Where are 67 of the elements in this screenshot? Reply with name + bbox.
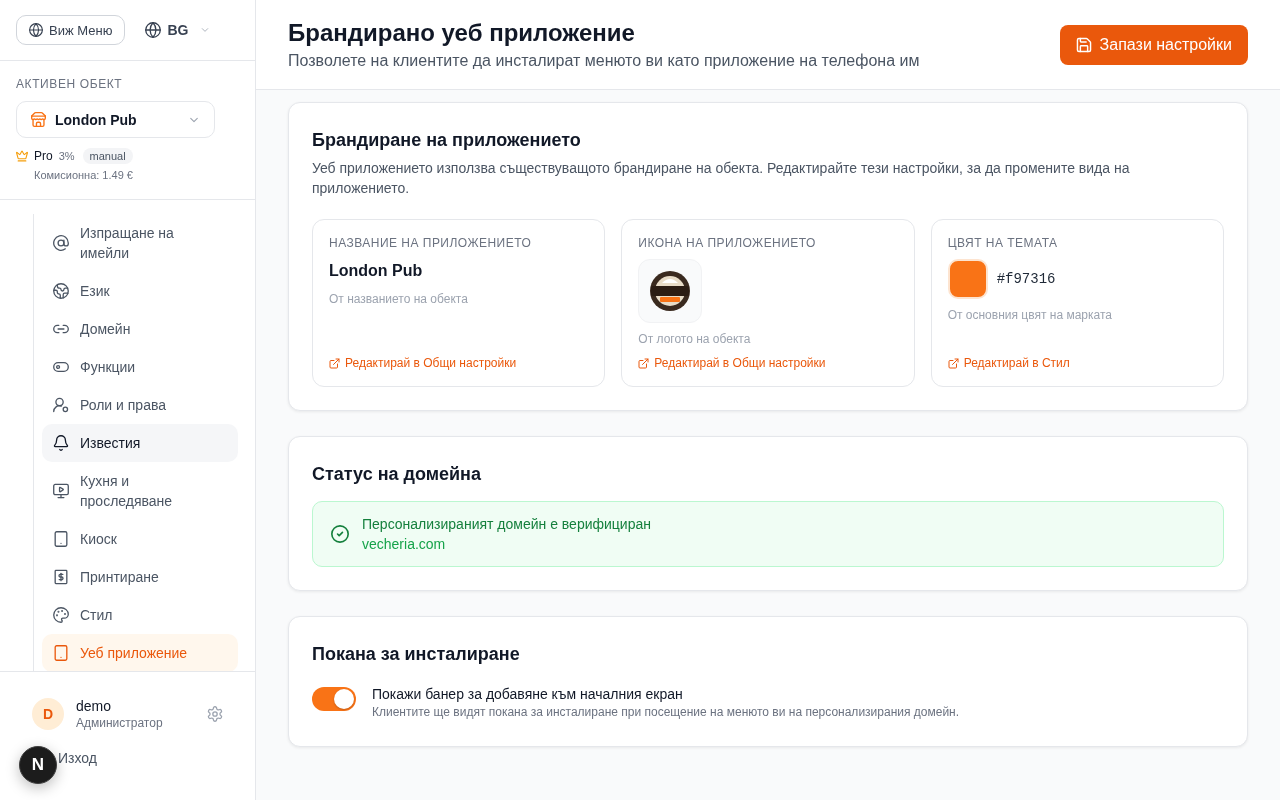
venue-select[interactable]: London Pub [16,101,215,138]
page-subtitle: Позволете на клиентите да инсталират менюто ви като приложение на телефона им [288,50,920,71]
domain-name: vecheria.com [362,535,447,554]
page-title: Брандирано уеб приложение [288,17,636,48]
nav-item[interactable]: Известия [42,424,238,462]
logout-link[interactable]: Изход [58,748,97,768]
toggle-label: Покажи банер за добавяне към началния екран [372,685,684,704]
chevron-down-icon [200,25,211,35]
save-button[interactable]: Запази настройки [1059,24,1248,65]
hex-value: #f97316 [996,271,1056,287]
external-link-icon [638,357,650,369]
nav-item[interactable]: Принтиране [42,558,238,596]
settings-icon[interactable] [207,706,223,722]
bell-icon [53,435,69,451]
monitor-icon [53,483,69,499]
card-title: Статус на домейна [312,463,482,486]
nav-item[interactable]: Роли и права [42,386,238,424]
nav-item[interactable]: Кухня и проследяване [42,462,238,520]
logo-drawing [648,269,693,313]
user-icon [53,397,69,413]
tile-label: НАЗВАНИЕ НА ПРИЛОЖЕНИЕТО [329,235,532,251]
save-icon [1075,36,1092,53]
plan-rate: 3% [58,150,75,162]
tile-label: ИКОНА НА ПРИЛОЖЕНИЕТО [638,235,816,251]
view-menu-button[interactable]: Виж Меню [16,15,126,45]
edit-link[interactable]: Редактирай в Общи настройки [329,347,517,371]
check-circle-icon [331,525,349,543]
palette-icon [53,607,69,623]
mode-badge: manual [82,148,133,164]
nav-item[interactable]: Домейн [42,310,238,348]
nav-item[interactable]: Стил [42,596,238,634]
section-label: АКТИВЕН ОБЕКТ [16,76,124,92]
nav-item[interactable]: Език [42,272,238,310]
plan-name: Pro [34,149,53,163]
globe-icon [53,283,69,299]
nav-item[interactable]: Киоск [42,520,238,558]
card-title: Брандиране на приложението [312,129,582,152]
user-name: demo [76,697,113,715]
tile-note: От логото на обекта [638,331,751,347]
card-description: Уеб приложението използва съществуващото брандиране на обекта. Редактирайте тези настройки, за да промените вида на приложението. [312,159,1131,198]
status-message: Персонализираният домейн е верифициран [362,515,651,534]
receipt-icon [53,569,69,585]
toggle-switch[interactable] [312,687,356,711]
phone-icon [53,645,69,661]
toggle-description: Клиентите ще видят покана за инсталиране при посещение на менюто ви на персонализирания домейн. [372,704,960,720]
edit-link[interactable]: Редактирай в Стил [947,347,1070,371]
at-sign-icon [53,235,69,251]
external-link-icon [329,357,340,369]
commission-text: Комисионна: 1.49 € [34,168,134,183]
globe-icon [29,23,43,37]
external-link-icon [947,357,959,369]
card-title: Покана за инсталиране [312,643,521,666]
user-avatar: D [32,698,64,730]
crown-icon [16,150,28,162]
nav-item[interactable]: Изпращане на имейли [42,214,238,272]
tablet-icon [53,531,69,547]
nav-item[interactable]: Функции [42,348,238,386]
store-icon [31,112,46,127]
tile-note: От названието на обекта [329,291,468,307]
user-role: Администратор [76,715,163,731]
app-name: London Pub [329,261,423,281]
globe-icon [145,22,162,38]
toggle-icon [53,359,69,375]
tile-note: От основния цвят на марката [947,307,1112,323]
tile-label: ЦВЯТ НА ТЕМАТА [947,235,1058,251]
edit-link[interactable]: Редактирай в Общи настройки [638,347,826,371]
language-dropdown[interactable]: BG [145,22,211,38]
